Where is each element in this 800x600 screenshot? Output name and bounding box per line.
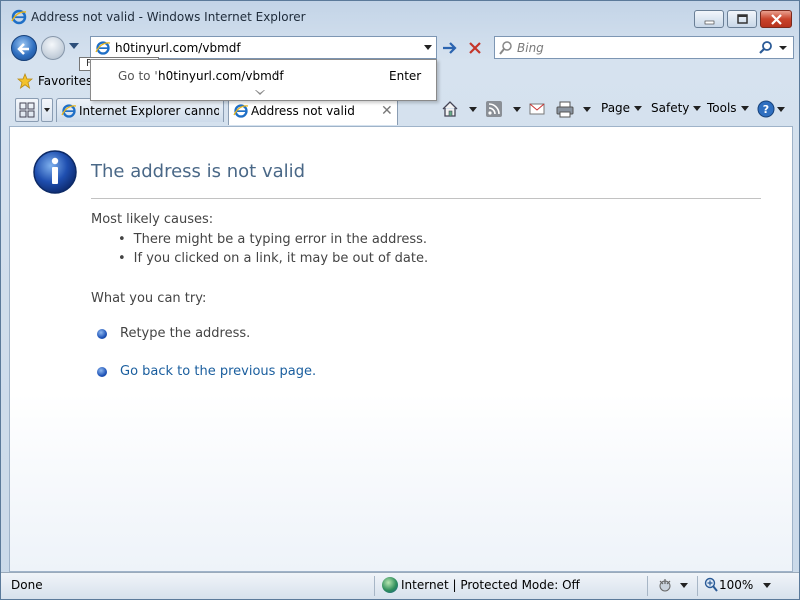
search-icon <box>759 41 787 54</box>
zoom-level[interactable]: 100% <box>719 578 753 592</box>
favorites-button[interactable]: Favorites <box>38 74 92 88</box>
search-input[interactable] <box>517 37 747 58</box>
causes-list: There might be a typing error in the add… <box>118 232 428 270</box>
ie-icon <box>61 104 77 118</box>
tab-internet-explorer-cannot[interactable]: Internet Explorer cannot ... <box>56 98 224 122</box>
list-item: If you clicked on a link, it may be out … <box>118 251 428 270</box>
goto-suffix: ' <box>274 69 278 83</box>
zoom-icon[interactable] <box>704 577 718 593</box>
ie-icon <box>11 9 27 25</box>
title-bar: Address not valid - Windows Internet Exp… <box>1 1 799 33</box>
read-mail-icon[interactable] <box>529 102 545 116</box>
feeds-icon[interactable] <box>486 101 502 117</box>
internet-zone-icon <box>382 577 398 593</box>
close-tab-icon[interactable]: ✕ <box>381 103 393 119</box>
search-icon <box>499 41 512 55</box>
tab-list-dropdown[interactable] <box>41 98 53 122</box>
feeds-dropdown[interactable] <box>513 107 521 112</box>
stop-icon[interactable] <box>465 38 485 58</box>
back-icon <box>17 43 29 55</box>
ie-icon <box>233 104 249 118</box>
tools-menu[interactable]: Tools <box>707 101 749 115</box>
goto-url-suggestion[interactable]: h0tinyurl.com/vbmdf <box>158 69 284 83</box>
causes-heading: Most likely causes: <box>91 212 214 227</box>
ie-icon <box>95 41 111 55</box>
maximize-button[interactable] <box>727 10 757 28</box>
security-zone[interactable]: Internet | Protected Mode: Off <box>401 578 580 592</box>
tools-menu-label: Tools <box>707 101 737 115</box>
quick-tabs-icon <box>19 102 35 118</box>
address-input[interactable] <box>115 37 415 58</box>
popup-blocker-icon[interactable] <box>656 577 674 593</box>
list-item: There might be a typing error in the add… <box>118 232 428 251</box>
home-icon[interactable] <box>441 100 459 118</box>
safety-menu-label: Safety <box>651 101 690 115</box>
address-bar[interactable] <box>90 36 437 59</box>
browser-window: Address not valid - Windows Internet Exp… <box>0 0 800 600</box>
popup-blocker-dropdown[interactable] <box>680 583 688 588</box>
info-icon <box>33 150 77 194</box>
divider <box>91 198 761 199</box>
page-menu-label: Page <box>601 101 631 115</box>
status-text: Done <box>11 578 43 592</box>
print-dropdown[interactable] <box>583 107 591 112</box>
tab-label: Internet Explorer cannot ... <box>79 104 219 118</box>
print-icon[interactable] <box>556 100 574 118</box>
address-dropdown-button[interactable] <box>424 45 432 50</box>
forward-icon <box>42 37 66 61</box>
page-menu[interactable]: Page <box>601 101 643 115</box>
recent-pages-dropdown[interactable] <box>69 43 79 49</box>
go-back-link[interactable]: Go back to the previous page. <box>120 364 316 379</box>
help-dropdown[interactable] <box>777 107 785 112</box>
tab-bar: Internet Explorer cannot ... Address not… <box>1 97 799 125</box>
minimize-button[interactable] <box>694 10 724 28</box>
back-button[interactable] <box>11 35 37 61</box>
quick-tabs-button[interactable] <box>15 98 39 122</box>
forward-button[interactable] <box>41 36 65 60</box>
bullet-icon <box>97 329 107 339</box>
goto-prefix: Go to ' <box>118 69 158 83</box>
zoom-dropdown[interactable] <box>763 583 771 588</box>
retype-address-text: Retype the address. <box>120 326 251 341</box>
close-icon <box>771 14 782 25</box>
bullet-icon <box>97 367 107 377</box>
page-title: The address is not valid <box>91 161 306 182</box>
tab-label: Address not valid <box>251 104 355 118</box>
search-button[interactable] <box>757 40 789 56</box>
search-box[interactable] <box>494 36 794 59</box>
svg-text:?: ? <box>763 103 769 116</box>
go-icon[interactable] <box>440 38 460 58</box>
tab-address-not-valid[interactable]: Address not valid ✕ <box>228 98 398 125</box>
home-dropdown[interactable] <box>469 107 477 112</box>
try-heading: What you can try: <box>91 291 207 306</box>
favorites-star-icon <box>17 73 33 89</box>
chevron-down-icon[interactable] <box>255 90 265 95</box>
address-suggestion-popup: Go to ' h0tinyurl.com/vbmdf ' Enter <box>90 59 437 101</box>
enter-hint: Enter <box>389 69 422 83</box>
window-title: Address not valid - Windows Internet Exp… <box>31 10 306 24</box>
page-content: The address is not valid Most likely cau… <box>9 126 793 572</box>
safety-menu[interactable]: Safety <box>651 101 702 115</box>
close-window-button[interactable] <box>760 10 792 28</box>
status-bar: Done Internet | Protected Mode: Off 100% <box>1 572 799 599</box>
